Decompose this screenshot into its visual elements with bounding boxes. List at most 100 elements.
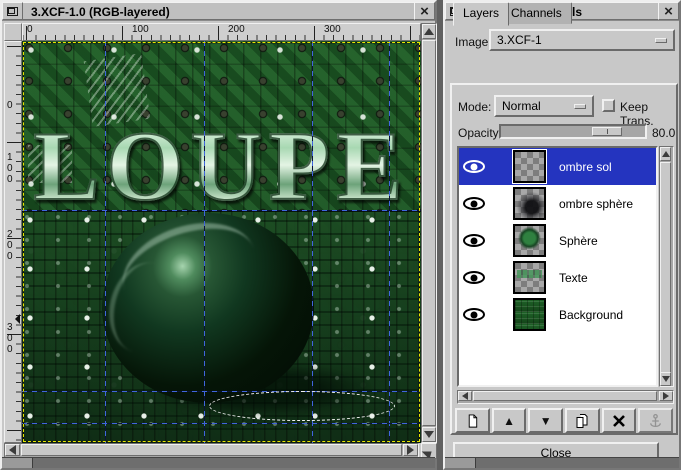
ruler-corner xyxy=(4,23,22,41)
ruler-label: 0 xyxy=(25,24,33,35)
layer-name: Texte xyxy=(559,271,588,285)
new-layer-button[interactable] xyxy=(455,408,490,433)
layer-thumbnail[interactable] xyxy=(513,261,546,294)
layer-name: Sphère xyxy=(559,234,598,248)
delete-x-icon xyxy=(612,414,626,428)
layer-row[interactable]: ombre sphère xyxy=(459,185,656,222)
right-arrow-icon xyxy=(663,392,669,400)
ruler-label: 300 xyxy=(322,24,341,35)
tab-channels[interactable]: Channels xyxy=(501,2,572,24)
window-menu-icon xyxy=(7,7,18,16)
up-arrow-icon: ▲ xyxy=(503,415,515,427)
scroll-down-button[interactable] xyxy=(660,372,671,386)
layer-list-h-scrollbar[interactable] xyxy=(457,390,674,404)
opacity-slider-handle[interactable] xyxy=(592,127,622,136)
layer-visibility-toggle[interactable] xyxy=(459,160,489,173)
layer-thumbnail[interactable] xyxy=(513,187,546,220)
layer-name: ombre sol xyxy=(559,160,612,174)
layer-thumbnail[interactable] xyxy=(513,298,546,331)
new-page-icon xyxy=(465,413,480,429)
layer-visibility-toggle[interactable] xyxy=(459,271,489,284)
ruler-label: 0 xyxy=(7,100,13,111)
keep-trans-checkbox[interactable] xyxy=(602,99,615,112)
layers-window-close-button[interactable]: × xyxy=(658,2,679,20)
layer-name: Background xyxy=(559,308,623,322)
layers-channels-window: Layers & Channels × Image: 3.XCF-1 Layer… xyxy=(443,0,681,470)
left-arrow-icon xyxy=(462,392,468,400)
layer-row[interactable]: Sphère xyxy=(459,222,656,259)
up-arrow-icon xyxy=(662,151,670,157)
sphere xyxy=(102,213,314,403)
layer-visibility-toggle[interactable] xyxy=(459,308,489,321)
layer-button-row: ▲▼ xyxy=(455,408,673,433)
tab-channels-label: Channels xyxy=(511,6,562,20)
canvas[interactable]: LOUPE xyxy=(22,41,421,443)
raise-layer-button[interactable]: ▲ xyxy=(492,408,527,433)
h-ruler[interactable]: 0100200300 xyxy=(22,23,421,41)
image-window: 3.XCF-1.0 (RGB-layered) × 0100200300 010… xyxy=(0,0,437,470)
loupe-text: LOUPE xyxy=(22,119,421,215)
eye-icon xyxy=(463,160,485,173)
scroll-up-button[interactable] xyxy=(660,147,671,161)
eye-icon xyxy=(463,234,485,247)
scroll-left-button[interactable] xyxy=(5,444,20,456)
scroll-left-button[interactable] xyxy=(458,391,472,401)
guide-horizontal[interactable] xyxy=(22,391,421,392)
guide-horizontal[interactable] xyxy=(22,210,421,211)
opacity-label: Opacity: xyxy=(458,126,502,140)
guide-horizontal[interactable] xyxy=(22,423,421,424)
right-arrow-icon xyxy=(407,445,414,455)
ruler-position-marker xyxy=(10,314,20,324)
selection-ellipse[interactable] xyxy=(209,391,395,421)
mode-label: Mode: xyxy=(458,100,491,114)
duplicate-layer-button[interactable] xyxy=(565,408,600,433)
layer-row[interactable]: ombre sol xyxy=(459,148,656,185)
window-menu-button[interactable] xyxy=(2,2,23,20)
layer-thumbnail[interactable] xyxy=(513,150,546,183)
ruler-label: 100 xyxy=(7,152,13,185)
guide-vertical[interactable] xyxy=(204,41,205,443)
tab-layers[interactable]: Layers xyxy=(453,2,509,26)
close-icon: × xyxy=(664,6,673,17)
guide-vertical[interactable] xyxy=(389,41,390,443)
canvas-v-scrollbar[interactable] xyxy=(421,23,437,443)
layer-visibility-toggle[interactable] xyxy=(459,234,489,247)
delete-layer-button[interactable] xyxy=(602,408,637,433)
layer-name: ombre sphère xyxy=(559,197,633,211)
scroll-right-button[interactable] xyxy=(403,444,418,456)
ruler-label: 200 xyxy=(7,229,13,262)
image-window-title: 3.XCF-1.0 (RGB-layered) xyxy=(23,2,414,20)
eye-icon xyxy=(463,271,485,284)
anchor-icon xyxy=(648,413,663,429)
h-scroll-thumb[interactable] xyxy=(21,444,402,456)
scroll-right-button[interactable] xyxy=(659,391,673,401)
layer-visibility-toggle[interactable] xyxy=(459,197,489,210)
layer-thumbnail[interactable] xyxy=(513,224,546,257)
up-arrow-icon xyxy=(424,28,434,35)
image-window-close-button[interactable]: × xyxy=(414,2,435,20)
lower-layer-button[interactable]: ▼ xyxy=(528,408,563,433)
guide-vertical[interactable] xyxy=(105,41,106,443)
guide-vertical[interactable] xyxy=(312,41,313,443)
window-frame-bottom xyxy=(445,457,679,468)
eye-icon xyxy=(463,197,485,210)
layer-row[interactable]: Texte xyxy=(459,259,656,296)
h-scroll-thumb[interactable] xyxy=(473,391,657,401)
down-arrow-icon xyxy=(662,376,670,382)
image-select-value: 3.XCF-1 xyxy=(497,33,655,47)
layer-row[interactable]: Background xyxy=(459,296,656,333)
opacity-value: 80.0 xyxy=(652,126,675,140)
opacity-slider[interactable] xyxy=(499,124,647,139)
v-scroll-thumb[interactable] xyxy=(422,40,436,426)
layer-list-v-scrollbar[interactable] xyxy=(659,146,674,387)
v-scroll-thumb[interactable] xyxy=(660,162,671,373)
anchor-layer-button[interactable] xyxy=(638,408,673,433)
scroll-down-button[interactable] xyxy=(422,427,436,442)
tab-layers-label: Layers xyxy=(463,6,499,20)
v-ruler[interactable]: 0100200300 xyxy=(4,41,22,443)
image-window-titlebar[interactable]: 3.XCF-1.0 (RGB-layered) × xyxy=(2,2,435,21)
image-select[interactable]: 3.XCF-1 xyxy=(489,29,675,51)
scroll-up-button[interactable] xyxy=(422,24,436,39)
image-label: Image: xyxy=(455,35,492,49)
mode-select[interactable]: Normal xyxy=(494,95,594,117)
